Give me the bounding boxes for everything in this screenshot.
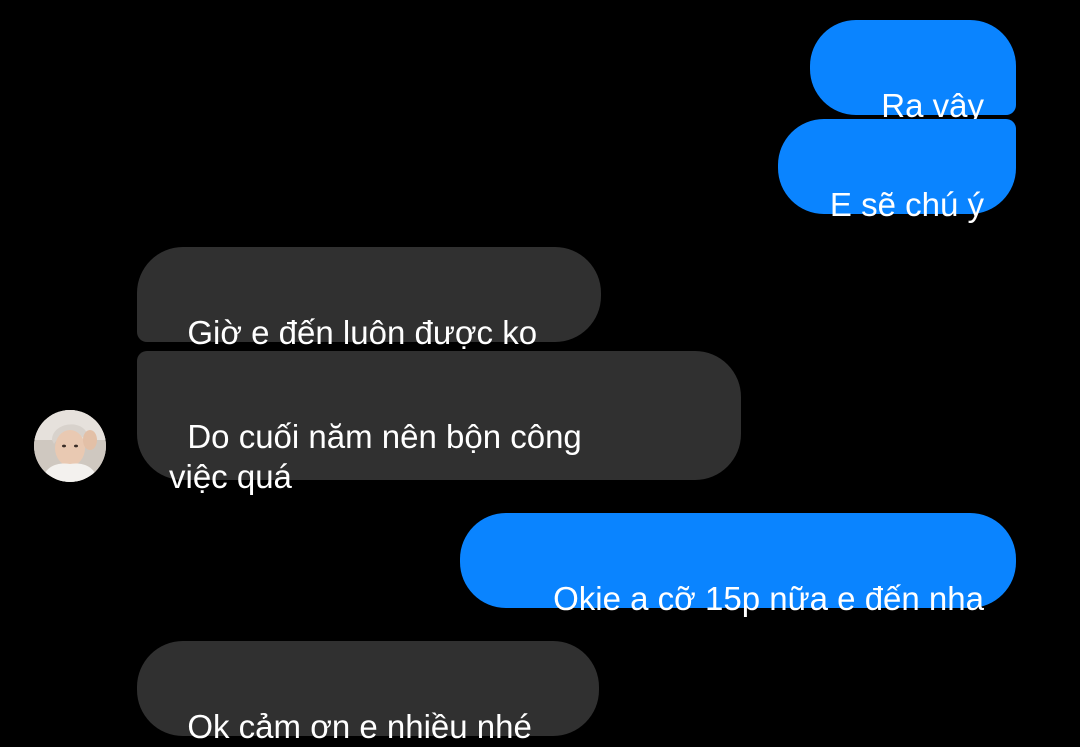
message-text: E sẽ chú ý [829, 186, 984, 223]
message-text: Do cuối năm nên bộn công việc quá [169, 418, 582, 495]
message-bubble-outgoing[interactable]: Okie a cỡ 15p nữa e đến nha [460, 513, 1016, 617]
contact-avatar[interactable] [34, 410, 106, 482]
message-bubble-incoming[interactable]: Giờ e đến luôn được ko [137, 247, 601, 351]
message-bubble-incoming[interactable]: Ok cảm ơn e nhiều nhé [137, 641, 599, 745]
message-bubble-incoming[interactable]: Do cuối năm nên bộn công việc quá [137, 351, 741, 495]
message-text: Ok cảm ơn e nhiều nhé [187, 708, 532, 745]
contact-avatar-photo-icon [34, 410, 106, 482]
message-bubble-outgoing[interactable]: Ra vậy ạ [810, 20, 1016, 164]
message-bubble-outgoing[interactable]: E sẽ chú ý [778, 119, 1016, 223]
message-text: Giờ e đến luôn được ko [187, 314, 538, 351]
message-text: Okie a cỡ 15p nữa e đến nha [553, 580, 984, 617]
